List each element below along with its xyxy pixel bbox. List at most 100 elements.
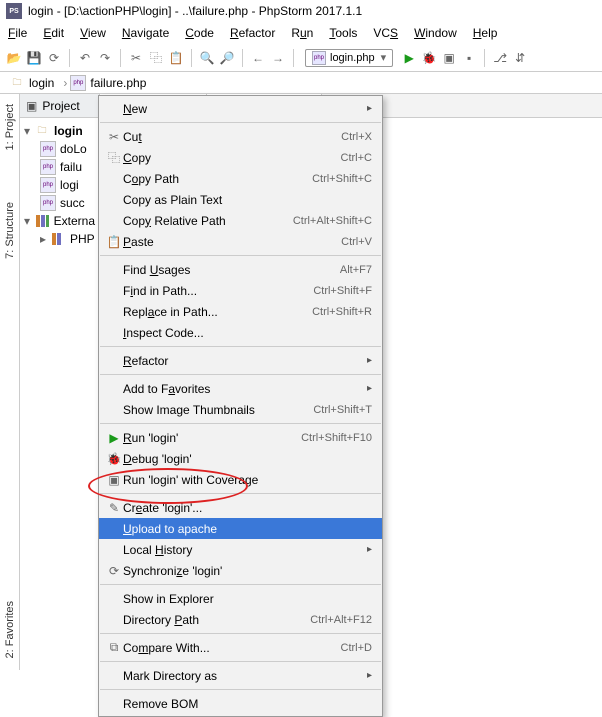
shortcut: Ctrl+D: [341, 642, 372, 654]
ctx-compare[interactable]: ⧉Compare With...Ctrl+D: [99, 637, 382, 658]
menu-file[interactable]: File: [0, 24, 35, 42]
project-tool: ▣ Project ▾ 🗀 login phpdoLo phpfailu php…: [20, 94, 100, 670]
tree-root[interactable]: ▾ 🗀 login: [20, 122, 99, 140]
debug-icon[interactable]: 🐞: [421, 50, 437, 66]
ctx-show-thumbnails[interactable]: Show Image ThumbnailsCtrl+Shift+T: [99, 399, 382, 420]
tree-externals[interactable]: ▾ Externa: [20, 212, 99, 230]
ctx-run-coverage[interactable]: ▣Run 'login' with Coverage: [99, 469, 382, 490]
paste-icon: 📋: [105, 235, 123, 249]
menu-refactor[interactable]: Refactor: [222, 24, 283, 42]
ctx-new[interactable]: New▸: [99, 98, 382, 119]
ctx-refactor[interactable]: Refactor▸: [99, 350, 382, 371]
menubar: File Edit View Navigate Code Refactor Ru…: [0, 22, 602, 44]
ctx-copy[interactable]: ⿻CopyCtrl+C: [99, 147, 382, 168]
copy-icon[interactable]: ⿻: [148, 50, 164, 66]
project-header: ▣ Project: [20, 94, 99, 118]
toolbar: 📂 💾 ⟳ ↶ ↷ ✂ ⿻ 📋 🔍 🔎 ← → php login.php ▾ …: [0, 44, 602, 72]
ctx-show-explorer[interactable]: Show in Explorer: [99, 588, 382, 609]
library-icon: [50, 231, 66, 247]
ctx-label: Show in Explorer: [123, 592, 372, 606]
shortcut: Ctrl+V: [341, 236, 372, 248]
coverage-icon[interactable]: ▣: [441, 50, 457, 66]
menu-help[interactable]: Help: [465, 24, 506, 42]
menu-view[interactable]: View: [72, 24, 114, 42]
ctx-create[interactable]: ✎Create 'login'...: [99, 497, 382, 518]
ctx-sync[interactable]: ⟳Synchronize 'login': [99, 560, 382, 581]
forward-icon[interactable]: →: [270, 50, 286, 66]
menu-run[interactable]: Run: [283, 24, 321, 42]
replace-icon[interactable]: 🔎: [219, 50, 235, 66]
shortcut: Ctrl+C: [341, 152, 372, 164]
tree-file[interactable]: phplogi: [20, 176, 99, 194]
tree-file-label: logi: [60, 178, 79, 192]
crumb-failure[interactable]: php failure.php: [57, 75, 149, 91]
php-icon: php: [40, 141, 56, 157]
refresh-icon[interactable]: ⟳: [46, 50, 62, 66]
stop-icon[interactable]: ▪: [461, 50, 477, 66]
menu-navigate[interactable]: Navigate: [114, 24, 177, 42]
shortcut: Ctrl+Shift+R: [312, 306, 372, 318]
php-icon: php: [312, 51, 326, 65]
tree-file-label: doLo: [60, 142, 87, 156]
ctx-replace-in-path[interactable]: Replace in Path...Ctrl+Shift+R: [99, 301, 382, 322]
php-icon: php: [40, 159, 56, 175]
folder-icon: 🗀: [9, 75, 25, 91]
run-config[interactable]: php login.php ▾: [305, 49, 393, 67]
breadcrumb: 🗀 login php failure.php: [0, 72, 602, 94]
ctx-label: Run 'login' with Coverage: [123, 473, 372, 487]
window-title: login - [D:\actionPHP\login] - ..\failur…: [28, 4, 362, 18]
ctx-local-history[interactable]: Local History▸: [99, 539, 382, 560]
update-icon[interactable]: ⇵: [512, 50, 528, 66]
sidebar-tab-project[interactable]: 1: Project: [2, 98, 18, 156]
back-icon[interactable]: ←: [250, 50, 266, 66]
ctx-directory-path[interactable]: Directory PathCtrl+Alt+F12: [99, 609, 382, 630]
ctx-inspect[interactable]: Inspect Code...: [99, 322, 382, 343]
tree-file[interactable]: phpdoLo: [20, 140, 99, 158]
menu-edit[interactable]: Edit: [35, 24, 72, 42]
project-tree: ▾ 🗀 login phpdoLo phpfailu phplogi phpsu…: [20, 118, 99, 252]
sync-icon: ⟳: [105, 564, 123, 578]
redo-icon[interactable]: ↷: [97, 50, 113, 66]
ctx-paste[interactable]: 📋PasteCtrl+V: [99, 231, 382, 252]
tree-php-label: PHP: [70, 232, 95, 246]
open-icon[interactable]: 📂: [6, 50, 22, 66]
undo-icon[interactable]: ↶: [77, 50, 93, 66]
paste-icon[interactable]: 📋: [168, 50, 184, 66]
menu-vcs[interactable]: VCS: [365, 24, 406, 42]
tree-php[interactable]: ▸ PHP: [20, 230, 99, 248]
vcs-icon[interactable]: ⎇: [492, 50, 508, 66]
ctx-label: Copy as Plain Text: [123, 193, 372, 207]
sidebar-tab-favorites[interactable]: 2: Favorites: [2, 595, 18, 664]
ctx-copy-plain[interactable]: Copy as Plain Text: [99, 189, 382, 210]
create-icon: ✎: [105, 501, 123, 515]
menu-tools[interactable]: Tools: [321, 24, 365, 42]
tree-file[interactable]: phpfailu: [20, 158, 99, 176]
shortcut: Ctrl+Alt+Shift+C: [293, 215, 372, 227]
ctx-copy-path[interactable]: Copy PathCtrl+Shift+C: [99, 168, 382, 189]
ctx-cut[interactable]: ✂CutCtrl+X: [99, 126, 382, 147]
ctx-debug[interactable]: 🐞Debug 'login': [99, 448, 382, 469]
debug-icon: 🐞: [105, 452, 123, 466]
crumb-login[interactable]: 🗀 login: [6, 75, 57, 91]
save-icon[interactable]: 💾: [26, 50, 42, 66]
shortcut: Ctrl+Shift+F: [313, 285, 372, 297]
ctx-mark-directory[interactable]: Mark Directory as▸: [99, 665, 382, 686]
cut-icon[interactable]: ✂: [128, 50, 144, 66]
ctx-add-favorites[interactable]: Add to Favorites▸: [99, 378, 382, 399]
ctx-upload-apache[interactable]: Upload to apache: [99, 518, 382, 539]
ctx-copy-rel[interactable]: Copy Relative PathCtrl+Alt+Shift+C: [99, 210, 382, 231]
ctx-run[interactable]: ▶Run 'login'Ctrl+Shift+F10: [99, 427, 382, 448]
ctx-find-usages[interactable]: Find UsagesAlt+F7: [99, 259, 382, 280]
tree-root-label: login: [54, 124, 83, 138]
find-icon[interactable]: 🔍: [199, 50, 215, 66]
shortcut: Ctrl+X: [341, 131, 372, 143]
ctx-remove-bom[interactable]: Remove BOM: [99, 693, 382, 714]
tree-file[interactable]: phpsucc: [20, 194, 99, 212]
cut-icon: ✂: [105, 130, 123, 144]
ctx-find-in-path[interactable]: Find in Path...Ctrl+Shift+F: [99, 280, 382, 301]
tree-file-label: succ: [60, 196, 85, 210]
run-icon[interactable]: ▶: [401, 50, 417, 66]
menu-window[interactable]: Window: [406, 24, 465, 42]
menu-code[interactable]: Code: [177, 24, 222, 42]
sidebar-tab-structure[interactable]: 7: Structure: [2, 196, 18, 265]
